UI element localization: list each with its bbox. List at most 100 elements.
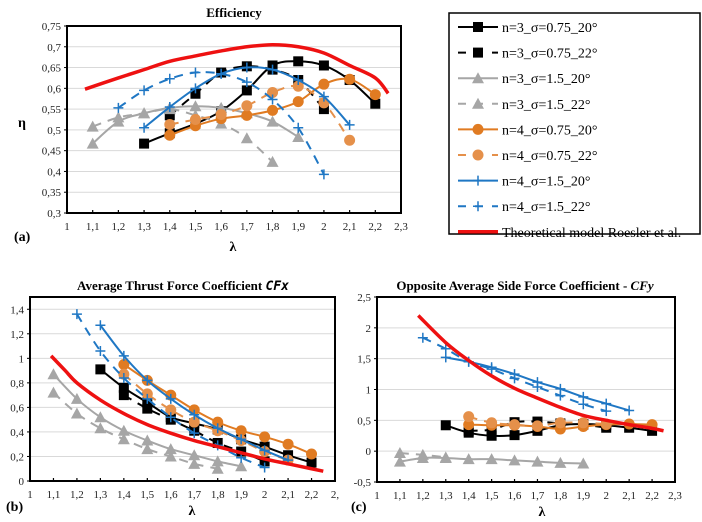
efficiency-y-tick-label: 0,75 bbox=[42, 21, 62, 33]
efficiency-x-tick-label: 1,5 bbox=[189, 221, 203, 233]
side-force-point-plus bbox=[440, 352, 451, 363]
efficiency-point-triangle bbox=[266, 155, 279, 167]
efficiency-point-square bbox=[370, 98, 381, 109]
thrust-x-tick-label: 1,5 bbox=[140, 489, 154, 501]
efficiency-point-circle bbox=[318, 78, 330, 90]
side-force-title-text: Opposite Average Side Force Coefficient … bbox=[396, 278, 630, 293]
side-force-point-circle bbox=[509, 419, 521, 431]
thrust-y-tick-label: 1,4 bbox=[10, 304, 24, 316]
efficiency-y-tick-label: 0,7 bbox=[47, 42, 61, 54]
thrust-point-circle bbox=[306, 448, 318, 460]
side-force-x-tick-label: 1,3 bbox=[439, 490, 453, 502]
thrust-point-circle bbox=[282, 438, 294, 450]
efficiency-y-tick-label: 0,45 bbox=[42, 146, 62, 158]
efficiency-y-tick-label: 0,65 bbox=[42, 63, 62, 75]
legend-label: n=3_σ=0.75_22° bbox=[502, 47, 597, 62]
efficiency-point-circle bbox=[292, 96, 304, 108]
efficiency-point-circle bbox=[215, 109, 227, 121]
thrust-x-axis-label: λ bbox=[189, 504, 196, 519]
side-force-point-plus bbox=[417, 332, 428, 343]
side-force-x-tick-label: 1 bbox=[374, 490, 380, 502]
efficiency-x-tick-label: 2 bbox=[321, 221, 327, 233]
side-force-point-plus bbox=[601, 406, 612, 417]
efficiency-y-tick-label: 0,5 bbox=[47, 125, 61, 137]
efficiency-point-plus bbox=[139, 85, 150, 96]
efficiency-x-tick-label: 1,6 bbox=[214, 221, 228, 233]
efficiency-point-triangle bbox=[266, 115, 279, 127]
efficiency-y-tick-label: 0,3 bbox=[47, 208, 61, 220]
efficiency-point-circle bbox=[267, 104, 279, 116]
side-force-chart-title: Opposite Average Side Force Coefficient … bbox=[396, 278, 654, 293]
side-force-x-tick-label: 2,3 bbox=[668, 490, 682, 502]
efficiency-point-square bbox=[318, 60, 329, 71]
thrust-y-tick-label: 1,2 bbox=[10, 329, 24, 341]
side-force-series-n-4-0-75-22 bbox=[463, 411, 612, 432]
side-force-y-tick-label: 1 bbox=[366, 385, 372, 397]
side-force-x-tick-label: 2,2 bbox=[645, 490, 659, 502]
efficiency-x-tick-label: 1,4 bbox=[163, 221, 177, 233]
side-force-y-tick-label: 2,5 bbox=[357, 292, 371, 304]
thrust-x-tick-label: 1,6 bbox=[164, 489, 178, 501]
thrust-x-tick-label: 1,8 bbox=[211, 489, 225, 501]
thrust-point-triangle bbox=[70, 407, 83, 419]
legend-circle-marker bbox=[472, 123, 484, 135]
efficiency-point-circle bbox=[344, 134, 356, 146]
thrust-point-triangle bbox=[47, 386, 60, 398]
thrust-title-text: Average Thrust Force Coefficient bbox=[77, 278, 265, 293]
efficiency-point-triangle bbox=[86, 120, 99, 132]
thrust-x-tick-label: 1,3 bbox=[94, 489, 108, 501]
efficiency-point-plus bbox=[318, 169, 329, 180]
side-force-y-tick-label: 1,5 bbox=[357, 354, 371, 366]
efficiency-x-tick-label: 1 bbox=[64, 221, 70, 233]
efficiency-point-circle bbox=[241, 109, 253, 121]
efficiency-chart-title: Efficiency bbox=[206, 5, 262, 20]
efficiency-x-tick-label: 1,8 bbox=[266, 221, 280, 233]
thrust-x-tick-label: 1,1 bbox=[47, 489, 61, 501]
thrust-x-tick-label: 2, bbox=[331, 489, 340, 501]
side-force-y-tick-label: 0 bbox=[366, 446, 372, 458]
efficiency-x-tick-label: 1,1 bbox=[86, 221, 100, 233]
thrust-x-tick-label: 1 bbox=[27, 489, 33, 501]
legend-square-marker bbox=[473, 47, 483, 58]
side-force-point-square bbox=[509, 430, 520, 441]
thrust-x-tick-label: 2 bbox=[262, 489, 268, 501]
efficiency-point-circle bbox=[164, 129, 176, 141]
side-force-x-tick-label: 1,1 bbox=[393, 490, 407, 502]
thrust-x-tick-label: 1,9 bbox=[234, 489, 248, 501]
efficiency-x-tick-label: 1,3 bbox=[137, 221, 151, 233]
side-force-point-circle bbox=[463, 411, 475, 423]
thrust-y-tick-label: 0,4 bbox=[10, 427, 24, 439]
side-force-point-circle bbox=[531, 420, 543, 432]
side-force-x-tick-label: 2,1 bbox=[622, 490, 636, 502]
legend-label: Theoretical model Roesler et al. bbox=[502, 226, 681, 241]
efficiency-point-circle bbox=[241, 100, 253, 112]
thrust-y-tick-label: 0,6 bbox=[10, 402, 24, 414]
legend-label: n=3_σ=0.75_20° bbox=[502, 21, 597, 36]
thrust-point-square bbox=[95, 364, 106, 375]
efficiency-x-axis-label: λ bbox=[230, 240, 237, 255]
side-force-point-circle bbox=[554, 417, 566, 429]
legend-circle-marker bbox=[472, 149, 484, 161]
legend-label: n=3_σ=1.5_20° bbox=[502, 72, 590, 87]
side-force-x-tick-label: 2 bbox=[603, 490, 609, 502]
thrust-y-tick-label: 0,2 bbox=[10, 451, 24, 463]
legend-square-marker bbox=[473, 22, 483, 32]
legend-label: n=4_σ=1.5_20° bbox=[502, 175, 590, 190]
side-force-x-tick-label: 1,5 bbox=[485, 490, 499, 502]
efficiency-point-triangle bbox=[112, 111, 125, 123]
thrust-x-tick-label: 1,7 bbox=[187, 489, 201, 501]
side-force-y-tick-label: 0,5 bbox=[357, 415, 371, 427]
efficiency-x-tick-label: 1,2 bbox=[112, 221, 126, 233]
side-force-x-tick-label: 1,4 bbox=[462, 490, 476, 502]
efficiency-x-tick-label: 2,2 bbox=[368, 221, 382, 233]
legend-label: n=4_σ=0.75_20° bbox=[502, 123, 597, 138]
thrust-point-triangle bbox=[94, 411, 107, 423]
legend-label: n=3_σ=1.5_22° bbox=[502, 98, 590, 113]
efficiency-chart: Efficiency 1 1,1 1,2 1,3 1,4 1,5 1,6 1,7 1,8 1,9 2… bbox=[14, 5, 408, 255]
side-force-y-tick-label: -0,5 bbox=[354, 477, 372, 489]
figure: Efficiency 1 1,1 1,2 1,3 1,4 1,5 1,6 1,7 1,8 1,9 2… bbox=[6, 5, 701, 520]
side-force-point-plus bbox=[578, 399, 589, 410]
panel-label-c: (c) bbox=[351, 500, 367, 515]
side-force-x-tick-label: 1,8 bbox=[554, 490, 568, 502]
efficiency-point-plus bbox=[293, 122, 304, 133]
